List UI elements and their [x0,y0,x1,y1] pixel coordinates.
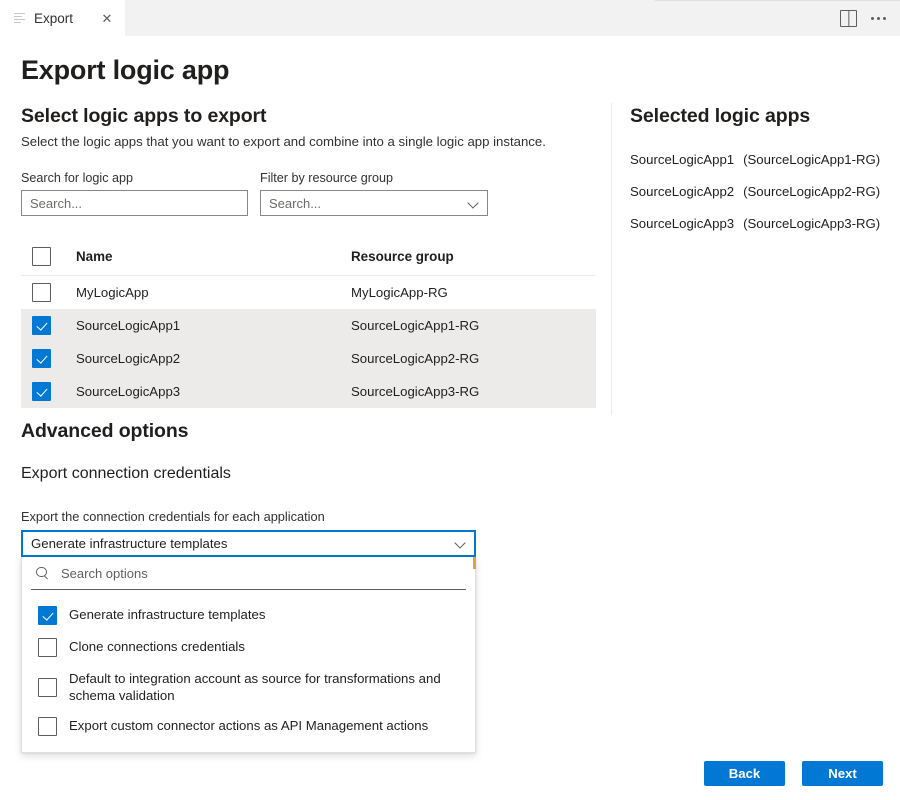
selected-app-name: SourceLogicApp2 [630,184,735,199]
menu-item-export-custom-connector-actions[interactable]: Export custom connector actions as API M… [22,710,475,742]
chevron-down-icon [455,538,466,549]
select-section-heading: Select logic apps to export [21,105,267,127]
row-checkbox-cell [32,316,76,335]
selected-app-name: SourceLogicApp3 [630,216,735,231]
selected-app-resource-group: (SourceLogicApp1-RG) [743,152,881,167]
list-icon [14,12,26,24]
resource-group-filter-dropdown[interactable]: Search... [260,190,488,216]
filter-resource-group-label: Filter by resource group [260,171,393,185]
row-resource-group: SourceLogicApp1-RG [351,318,480,333]
export-credentials-value: Generate infrastructure templates [31,536,228,551]
table-row[interactable]: MyLogicApp MyLogicApp-RG [21,276,596,309]
select-section-description: Select the logic apps that you want to e… [21,134,546,149]
advanced-options-heading: Advanced options [21,420,189,442]
chevron-down-icon [468,198,479,209]
export-connection-credentials-heading: Export connection credentials [21,465,231,482]
menu-item-default-integration-account[interactable]: Default to integration account as source… [22,663,475,710]
row-checkbox-cell [32,382,76,401]
selected-app-resource-group: (SourceLogicApp3-RG) [743,216,881,231]
dropdown-options-list: Generate infrastructure templates Clone … [22,590,475,752]
list-item: SourceLogicApp1 (SourceLogicApp1-RG) [630,152,885,167]
tab-bar-empty-area [125,0,900,36]
table-row[interactable]: SourceLogicApp2 SourceLogicApp2-RG [21,342,596,375]
table-header-row: Name Resource group [21,238,596,276]
row-name: SourceLogicApp2 [76,351,181,366]
menu-item-generate-infrastructure-templates[interactable]: Generate infrastructure templates [22,599,475,631]
select-all-checkbox[interactable] [32,247,51,266]
selected-app-resource-group: (SourceLogicApp2-RG) [743,184,881,199]
selected-panel-heading: Selected logic apps [630,105,811,127]
option-label: Clone connections credentials [69,639,245,654]
row-resource-group: SourceLogicApp2-RG [351,351,480,366]
panel-divider [611,103,612,415]
option-label: Export custom connector actions as API M… [69,718,429,733]
search-logic-app-field: Search for logic app Search... [21,171,248,216]
dropdown-search-box[interactable]: Search options [31,557,466,590]
export-credentials-dropdown[interactable]: Generate infrastructure templates [21,530,476,557]
dropdown-edge-marker [473,557,476,569]
row-checkbox[interactable] [32,283,51,302]
row-name: SourceLogicApp3 [76,384,181,399]
wizard-footer: Back Next [704,761,883,786]
row-checkbox[interactable] [32,349,51,368]
row-checkbox-cell [32,349,76,368]
selected-logic-apps-panel: Selected logic apps SourceLogicApp1 (Sou… [630,105,885,248]
row-name: SourceLogicApp1 [76,318,181,333]
logic-apps-table: Name Resource group MyLogicApp MyLogicAp… [21,238,596,408]
select-all-cell [32,247,76,266]
filter-resource-group-field: Filter by resource group Search... [260,171,488,216]
option-label: Generate infrastructure templates [69,607,266,622]
menu-item-clone-connections-credentials[interactable]: Clone connections credentials [22,631,475,663]
option-checkbox[interactable] [38,638,57,657]
split-view-icon[interactable] [840,9,857,27]
resource-group-filter-placeholder: Search... [269,195,322,211]
search-icon [36,566,49,580]
option-label: Default to integration account as source… [69,671,441,703]
filters-row: Search for logic app Search... Filter by… [21,171,596,216]
select-logic-apps-section: Select logic apps to export Select the l… [21,105,596,408]
export-credentials-dropdown-menu: Search options Generate infrastructure t… [21,557,476,753]
list-item: SourceLogicApp2 (SourceLogicApp2-RG) [630,184,885,199]
row-checkbox-cell [32,283,76,302]
option-checkbox[interactable] [38,678,57,697]
search-logic-app-label: Search for logic app [21,171,134,185]
row-name: MyLogicApp [76,285,149,300]
tab-export[interactable]: Export ✕ [0,0,125,36]
row-resource-group: MyLogicApp-RG [351,285,448,300]
option-checkbox[interactable] [38,717,57,736]
more-ellipsis-icon[interactable] [871,16,886,20]
row-checkbox[interactable] [32,382,51,401]
tab-label: Export [34,10,74,26]
row-checkbox[interactable] [32,316,51,335]
close-icon[interactable]: ✕ [99,12,115,25]
advanced-options-section: Advanced options Export connection crede… [21,420,481,557]
next-button[interactable]: Next [802,761,883,786]
title-bar-actions [840,0,886,36]
search-input-placeholder: Search... [30,195,83,211]
list-item: SourceLogicApp3 (SourceLogicApp3-RG) [630,216,885,231]
tab-bar: Export ✕ [0,0,900,36]
page-title: Export logic app [21,55,230,85]
option-checkbox[interactable] [38,606,57,625]
column-header-resource-group[interactable]: Resource group [351,249,596,264]
table-row[interactable]: SourceLogicApp1 SourceLogicApp1-RG [21,309,596,342]
export-credentials-label: Export the connection credentials for ea… [21,509,325,524]
search-input[interactable]: Search... [21,190,248,216]
table-row[interactable]: SourceLogicApp3 SourceLogicApp3-RG [21,375,596,408]
row-resource-group: SourceLogicApp3-RG [351,384,480,399]
back-button[interactable]: Back [704,761,785,786]
selected-app-name: SourceLogicApp1 [630,152,735,167]
column-header-name[interactable]: Name [76,249,351,264]
dropdown-search-placeholder: Search options [61,565,148,581]
